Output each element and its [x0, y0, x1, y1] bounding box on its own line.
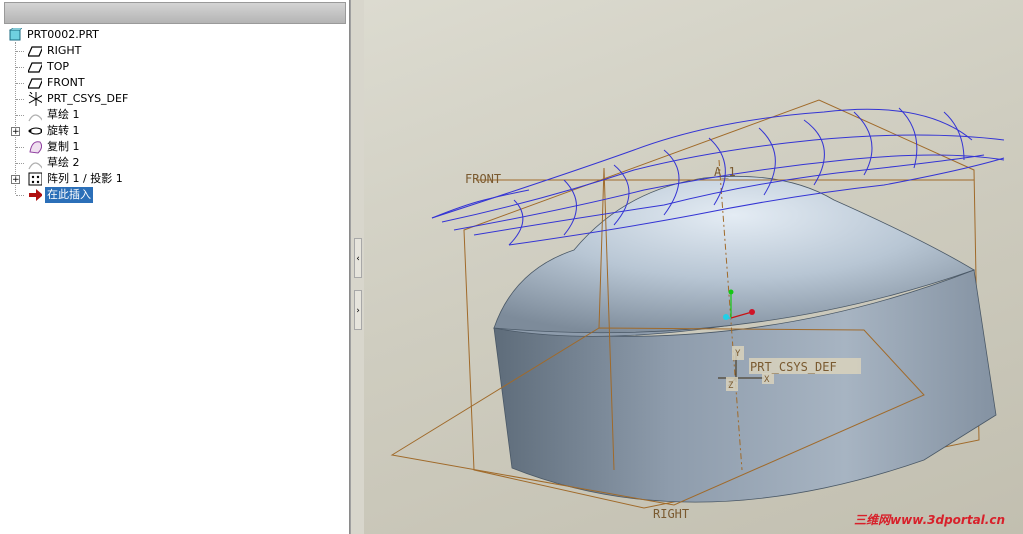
expand-right-button[interactable]: › [354, 290, 362, 330]
watermark: 三维网www.3dportal.cn [854, 513, 1005, 527]
tree-item-top[interactable]: TOP [14, 59, 214, 75]
datum-plane-icon [28, 62, 42, 73]
revolved-body[interactable] [492, 175, 997, 503]
tree-root[interactable]: PRT0002.PRT [8, 27, 208, 43]
tree-item-label: 复制 1 [47, 140, 80, 153]
tree-item-label: TOP [47, 60, 70, 73]
front-plane-label[interactable]: FRONT [465, 172, 501, 186]
csys-label[interactable]: PRT_CSYS_DEF [750, 360, 837, 374]
tree-item-label: RIGHT [47, 44, 82, 57]
expand-toggle[interactable]: + [11, 127, 20, 137]
tree-item-label: 草绘 1 [47, 108, 80, 121]
csys-x-label: X [764, 375, 770, 385]
tree-item-sketch-2[interactable]: 草绘 2 [14, 155, 214, 171]
panel-splitter[interactable]: ‹ › [350, 0, 364, 534]
tree-item-label: FRONT [47, 76, 85, 89]
tree-item-label: 草绘 2 [47, 156, 80, 169]
insert-here-arrow-icon [29, 189, 42, 201]
tree-item-csys[interactable]: PRT_CSYS_DEF [14, 91, 214, 107]
tree-item-label: PRT_CSYS_DEF [47, 92, 129, 105]
model-tree-header [4, 2, 346, 24]
datum-plane-icon [28, 78, 42, 89]
axis-a1-label[interactable]: A_1 [714, 165, 736, 179]
sketch-icon [28, 114, 42, 122]
datum-plane-icon [28, 46, 42, 57]
model-canvas: FRONT A_1 PRT_CSYS_DEF RIGHT Y X Z [390, 99, 1005, 521]
revolve-icon [28, 127, 42, 135]
tree-item-revolve-1[interactable]: + 旋转 1 [10, 123, 210, 139]
part-icon [9, 28, 22, 41]
tree-item-label: 阵列 1 / 投影 1 [47, 172, 123, 185]
expand-toggle[interactable]: + [11, 175, 20, 185]
model-tree-panel: PRT0002.PRT RIGHT TOP FRONT PRT_CSYS_DEF [0, 0, 350, 534]
tree-item-copy-1[interactable]: 复制 1 [14, 139, 214, 155]
tree-item-label: 在此插入 [45, 187, 93, 203]
right-plane-label[interactable]: RIGHT [653, 507, 689, 521]
tree-item-pattern-1[interactable]: + 阵列 1 / 投影 1 [10, 171, 210, 187]
csys-z-label: Z [728, 381, 734, 391]
pattern-icon [28, 172, 42, 186]
tree-item-front[interactable]: FRONT [14, 75, 214, 91]
coordinate-system-icon [28, 92, 42, 106]
copy-surface-icon [29, 141, 42, 154]
collapse-left-button[interactable]: ‹ [354, 238, 362, 278]
tree-item-sketch-1[interactable]: 草绘 1 [14, 107, 214, 123]
tree-item-insert-here[interactable]: 在此插入 [14, 187, 214, 203]
csys-y-label: Y [735, 349, 741, 359]
sketch-icon [28, 162, 42, 170]
graphics-viewport[interactable]: FRONT A_1 PRT_CSYS_DEF RIGHT Y X Z 三维网ww… [364, 0, 1023, 534]
tree-item-right[interactable]: RIGHT [14, 43, 214, 59]
tree-item-label: 旋转 1 [47, 124, 80, 137]
tree-root-label: PRT0002.PRT [27, 28, 99, 41]
